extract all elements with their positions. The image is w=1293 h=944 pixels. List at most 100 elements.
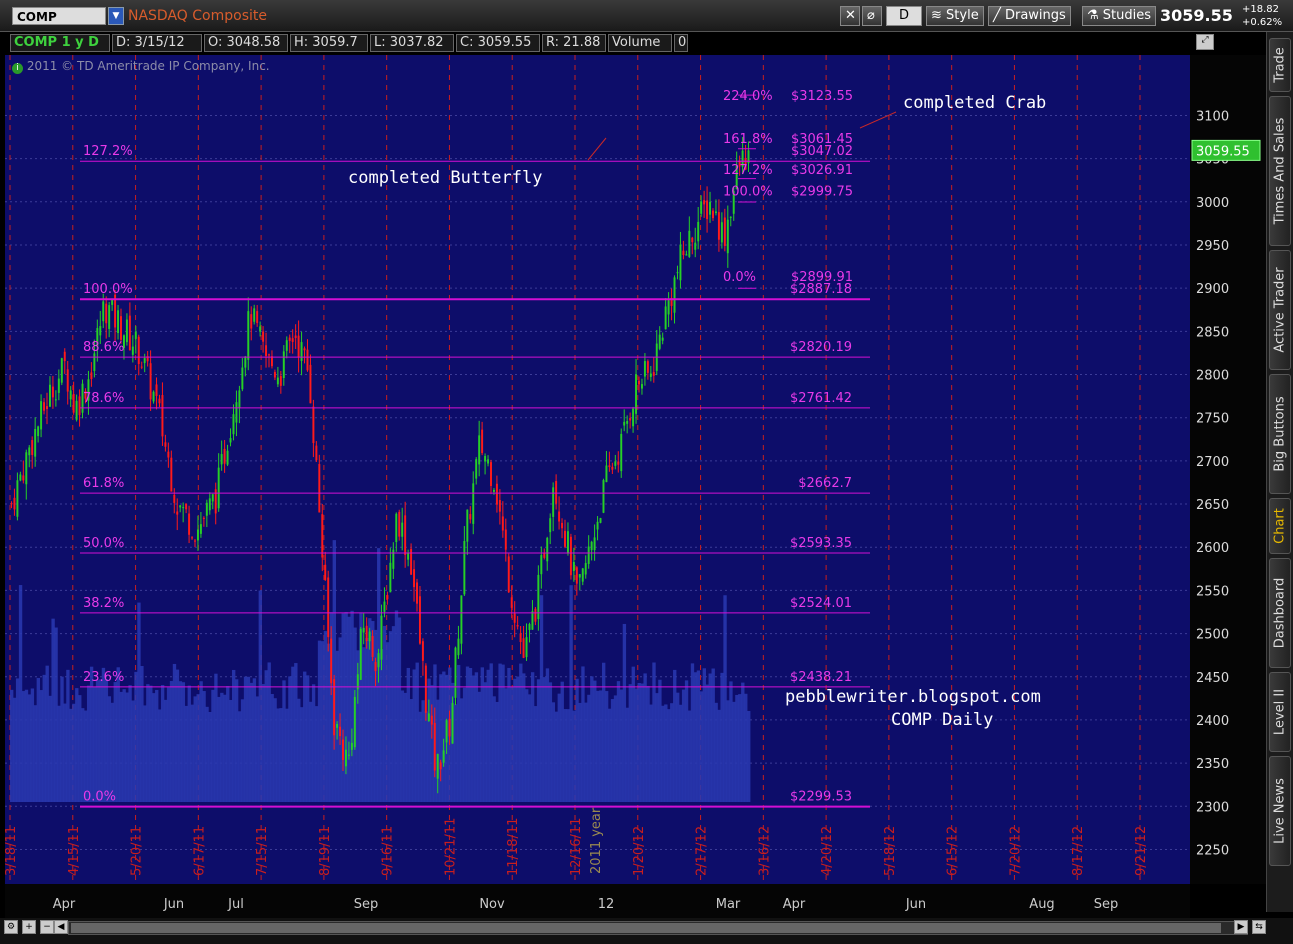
candle-body [652,372,655,376]
candle-body [69,390,72,400]
candle-body [253,308,256,322]
candle-body [279,376,282,386]
date-grid-label: 12/16/11 [569,818,584,876]
fib-ext-ratio: 161.8% [723,132,773,147]
candle-body [28,447,31,456]
volume-bar [717,709,721,802]
candle-body [522,638,525,658]
volume-bar [365,638,369,802]
volume-bar [459,698,464,802]
volume-bar [498,663,502,802]
volume-bar [119,691,123,802]
y-tick-label: 2450 [1196,671,1229,686]
volume-bar [495,701,499,802]
volume-bar [199,681,203,802]
volume-bar [143,705,147,802]
candle-body [66,369,69,392]
volume-bar [75,688,79,802]
volume-bar [211,689,215,802]
tab-label: Live News [1272,778,1288,844]
volume-bar [489,663,493,802]
candle-body [164,442,167,447]
price-chart: 2250 2300 2350 2400 2450 2500 2550 2600 2650 2700… [4,55,1266,918]
volume-bar [300,707,304,802]
date-grid-label: 5/20/11 [130,826,145,876]
candle-body [492,489,495,492]
volume-bar [267,662,271,802]
zoom-in-icon[interactable]: + [22,920,36,934]
candle-body [433,722,436,771]
volume-bar [681,689,686,802]
annotation-butterfly: completed Butterfly [348,168,542,188]
expand-icon[interactable]: ⤢ [1196,34,1214,50]
copyright-text: 2011 © TD Ameritrade IP Company, Inc. [26,59,270,73]
candle-body [256,311,259,323]
watermark-title: COMP Daily [891,710,993,730]
tab-trade[interactable]: Trade [1269,38,1291,92]
volume-bar [596,690,600,802]
fib-ext-ratio: 127.2% [723,163,773,178]
scroll-thumb[interactable] [71,923,1221,933]
info-open: O: 3048.58 [204,34,288,52]
candle-body [490,462,492,486]
volume-bar [687,710,692,802]
volume-bar [57,705,61,802]
horizontal-scrollbar[interactable] [68,921,1248,935]
volume-bar [255,696,260,802]
volume-bar [735,694,739,802]
zoom-settings-icon[interactable]: ⚙ [4,920,18,934]
candle-body [288,337,291,341]
volume-bar [670,703,674,802]
candle-body [262,331,265,342]
volume-bar [637,682,641,802]
candle-body [510,597,513,608]
volume-bar [21,691,26,802]
tab-dashboard[interactable]: Dashboard [1269,558,1291,668]
zoom-out-icon[interactable]: − [40,920,54,934]
candle-body [217,467,220,509]
date-grid-label: 4/20/12 [820,826,835,876]
tab-live-news[interactable]: Live News [1269,756,1291,866]
candle-body [481,429,484,454]
candle-body [640,384,643,389]
tab-times-and-sales[interactable]: Times And Sales [1269,96,1291,246]
scroll-right-icon[interactable]: ▶ [1234,920,1248,934]
candle-body [679,244,682,281]
tab-label: Level II [1272,688,1288,736]
tab-chart[interactable]: Chart [1269,498,1291,554]
tab-active-trader[interactable]: Active Trader [1269,250,1291,370]
fit-icon[interactable]: ⇆ [1252,920,1266,934]
volume-bar [155,689,159,802]
volume-bar [66,669,70,802]
volume-bar [51,618,55,802]
candle-body [199,524,202,534]
candle-body [726,219,729,254]
candle-body [182,507,185,509]
tab-big-buttons[interactable]: Big Buttons [1269,374,1291,494]
volume-bar [110,702,114,802]
x-month-label: Jun [163,897,184,912]
candle-body [244,356,247,368]
candle-body [285,340,288,351]
candle-body [549,518,552,533]
volume-bar [18,585,23,802]
volume-bar [607,708,612,802]
candle-body [507,556,510,593]
volume-bar [288,676,292,802]
y-tick-label: 2900 [1196,282,1229,297]
volume-bar [116,667,120,802]
volume-bar [572,710,576,802]
volume-bar [684,680,689,802]
x-month-label: Mar [716,897,741,912]
scroll-left-icon[interactable]: ◀ [54,920,68,934]
candle-body [688,230,691,257]
volume-bar [311,684,316,802]
volume-bar [128,685,132,802]
candle-body [232,414,235,435]
candle-body [303,348,306,351]
candle-body [344,749,347,767]
date-grid-label: 3/18/11 [4,826,19,876]
y-tick-label: 2850 [1196,325,1229,340]
candle-body [34,429,37,457]
tab-level-ii[interactable]: Level II [1269,672,1291,752]
